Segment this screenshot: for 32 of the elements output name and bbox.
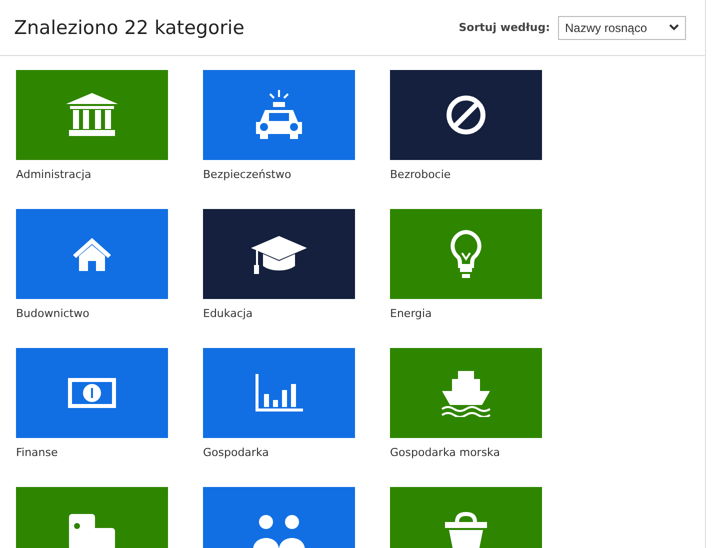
category-label[interactable]: Finanse — [16, 446, 168, 459]
category-label[interactable]: Budownictwo — [16, 307, 168, 320]
category-tile[interactable] — [16, 348, 168, 438]
category-label[interactable]: Gospodarka morska — [390, 446, 542, 459]
sort-dropdown[interactable]: Nazwy rosnąco — [558, 16, 686, 40]
people-icon — [251, 512, 307, 548]
category-tile[interactable] — [203, 209, 355, 299]
category-tile[interactable] — [203, 70, 355, 160]
basket-icon — [443, 512, 489, 548]
category-label[interactable]: Edukacja — [203, 307, 355, 320]
ship-icon — [440, 369, 492, 417]
category-label[interactable]: Energia — [390, 307, 542, 320]
results-title: Znaleziono 22 kategorie — [14, 16, 244, 38]
banknote-icon — [67, 377, 117, 409]
bank-building-icon — [66, 93, 118, 137]
category-tile[interactable] — [16, 70, 168, 160]
category-tile[interactable] — [16, 209, 168, 299]
id-card-icon — [67, 512, 117, 548]
forbidden-sign-icon — [445, 94, 487, 136]
bar-chart-icon — [255, 374, 303, 412]
category-tile[interactable] — [203, 348, 355, 438]
chevron-down-icon — [669, 24, 679, 31]
category-tile[interactable] — [390, 209, 542, 299]
category-label[interactable]: Gospodarka — [203, 446, 355, 459]
light-bulb-icon — [449, 229, 483, 279]
category-tile[interactable] — [390, 70, 542, 160]
house-icon — [71, 236, 113, 272]
category-label[interactable]: Administracja — [16, 168, 168, 181]
category-label[interactable]: Bezpieczeństwo — [203, 168, 355, 181]
category-tile[interactable] — [390, 348, 542, 438]
category-label[interactable]: Bezrobocie — [390, 168, 542, 181]
sort-label: Sortuj według: — [458, 21, 550, 34]
